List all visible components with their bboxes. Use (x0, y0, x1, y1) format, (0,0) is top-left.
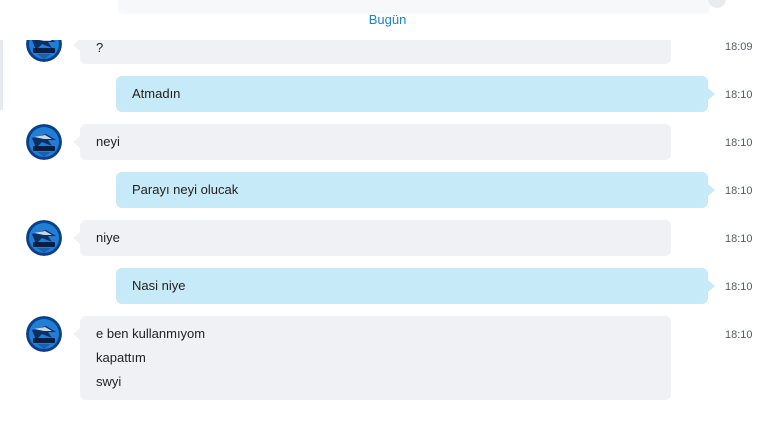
message-time: 18:09 (725, 41, 753, 53)
message-time: 18:10 (725, 329, 753, 341)
date-separator: Bugün (368, 12, 407, 27)
message-time: 18:10 (725, 281, 753, 293)
message-text: kapattım (96, 350, 146, 365)
contact-avatar[interactable] (26, 124, 62, 160)
outgoing-message[interactable]: Parayı neyi olucak (116, 172, 715, 208)
message-text: Parayı neyi olucak (132, 182, 239, 197)
message-text: niye (96, 230, 120, 245)
incoming-message[interactable]: neyi (73, 124, 671, 160)
message-time: 18:10 (725, 89, 753, 101)
message-time: 18:10 (725, 137, 753, 149)
contact-avatar[interactable] (26, 316, 62, 352)
incoming-message[interactable]: niye (73, 220, 671, 256)
scroll-top-icon[interactable] (708, 0, 726, 8)
blue-bird-avatar-icon (26, 316, 62, 352)
message-time: 18:10 (725, 233, 753, 245)
message-text: Nasi niye (132, 278, 186, 293)
message-text: swyi (96, 374, 122, 389)
message-time: 18:10 (725, 185, 753, 197)
blue-bird-avatar-icon (26, 220, 62, 256)
message-text: e ben kullanmıyom (96, 326, 206, 341)
outgoing-message[interactable]: Nasi niye (116, 268, 715, 304)
scroll-edge (0, 40, 3, 110)
blue-bird-avatar-icon (26, 124, 62, 160)
incoming-message[interactable]: e ben kullanmıyom kapattım swyi (73, 316, 671, 400)
outgoing-message[interactable]: Atmadın (116, 76, 715, 112)
message-text: Atmadın (132, 86, 181, 101)
date-separator-bar: Bugün (0, 0, 775, 40)
contact-avatar[interactable] (26, 220, 62, 256)
message-text: neyi (96, 134, 120, 149)
